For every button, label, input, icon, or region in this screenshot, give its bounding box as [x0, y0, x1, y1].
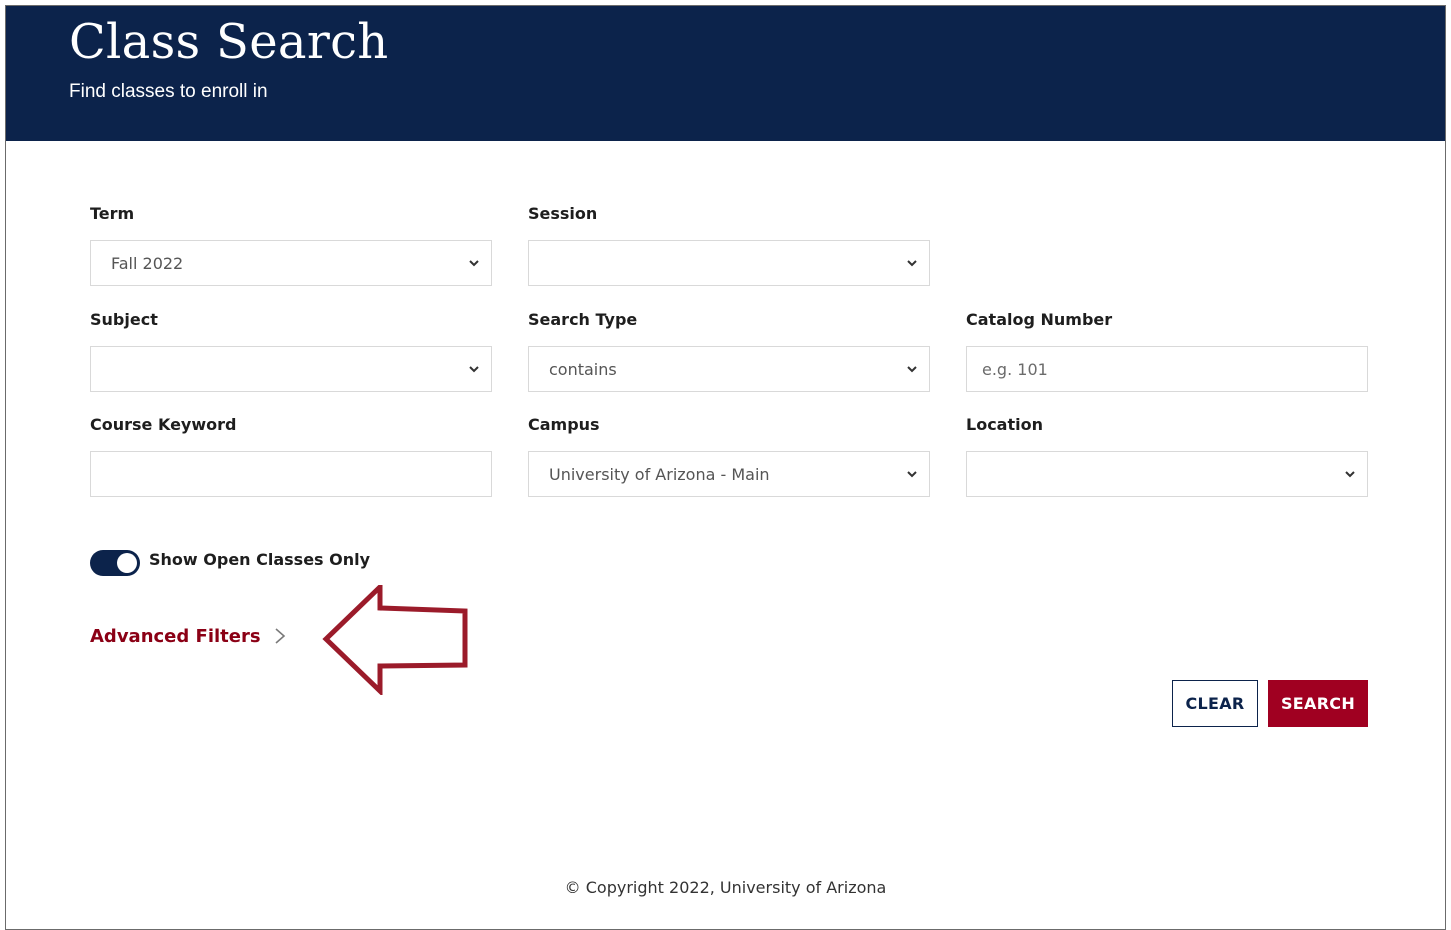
- chevron-down-icon: [469, 260, 479, 267]
- advanced-filters-label: Advanced Filters: [90, 625, 261, 647]
- campus-select[interactable]: University of Arizona - Main: [528, 451, 930, 497]
- chevron-down-icon: [907, 366, 917, 373]
- subject-label: Subject: [90, 310, 158, 329]
- search-type-select[interactable]: contains: [528, 346, 930, 392]
- open-classes-toggle-label: Show Open Classes Only: [149, 550, 371, 569]
- campus-label: Campus: [528, 415, 600, 434]
- page-header: Class Search Find classes to enroll in: [6, 6, 1445, 141]
- session-select[interactable]: [528, 240, 930, 286]
- catalog-number-input[interactable]: e.g. 101: [966, 346, 1368, 392]
- term-select[interactable]: Fall 2022: [90, 240, 492, 286]
- campus-select-value: University of Arizona - Main: [549, 464, 770, 484]
- catalog-number-label: Catalog Number: [966, 310, 1113, 329]
- session-label: Session: [528, 204, 598, 223]
- term-select-value: Fall 2022: [111, 253, 184, 273]
- chevron-right-icon: [275, 628, 285, 644]
- chevron-down-icon: [907, 471, 917, 478]
- toggle-knob: [117, 553, 137, 573]
- advanced-filters-link[interactable]: Advanced Filters: [90, 625, 287, 647]
- chevron-down-icon: [1345, 471, 1355, 478]
- chevron-down-icon: [907, 260, 917, 267]
- chevron-down-icon: [469, 366, 479, 373]
- subject-select[interactable]: [90, 346, 492, 392]
- location-label: Location: [966, 415, 1043, 434]
- page-title: Class Search: [69, 14, 389, 70]
- search-type-label: Search Type: [528, 310, 638, 329]
- app-frame: Class Search Find classes to enroll in T…: [5, 5, 1446, 930]
- footer-copyright: © Copyright 2022, University of Arizona: [564, 878, 887, 897]
- course-keyword-input[interactable]: [90, 451, 492, 497]
- course-keyword-label: Course Keyword: [90, 415, 237, 434]
- clear-button[interactable]: CLEAR: [1172, 680, 1258, 727]
- catalog-number-placeholder: e.g. 101: [982, 359, 1048, 379]
- page-subtitle: Find classes to enroll in: [69, 81, 268, 102]
- arrow-left-icon: [322, 585, 468, 695]
- search-button[interactable]: SEARCH: [1268, 680, 1368, 727]
- open-classes-toggle[interactable]: [90, 550, 140, 576]
- location-select[interactable]: [966, 451, 1368, 497]
- term-label: Term: [90, 204, 135, 223]
- search-type-select-value: contains: [549, 359, 617, 379]
